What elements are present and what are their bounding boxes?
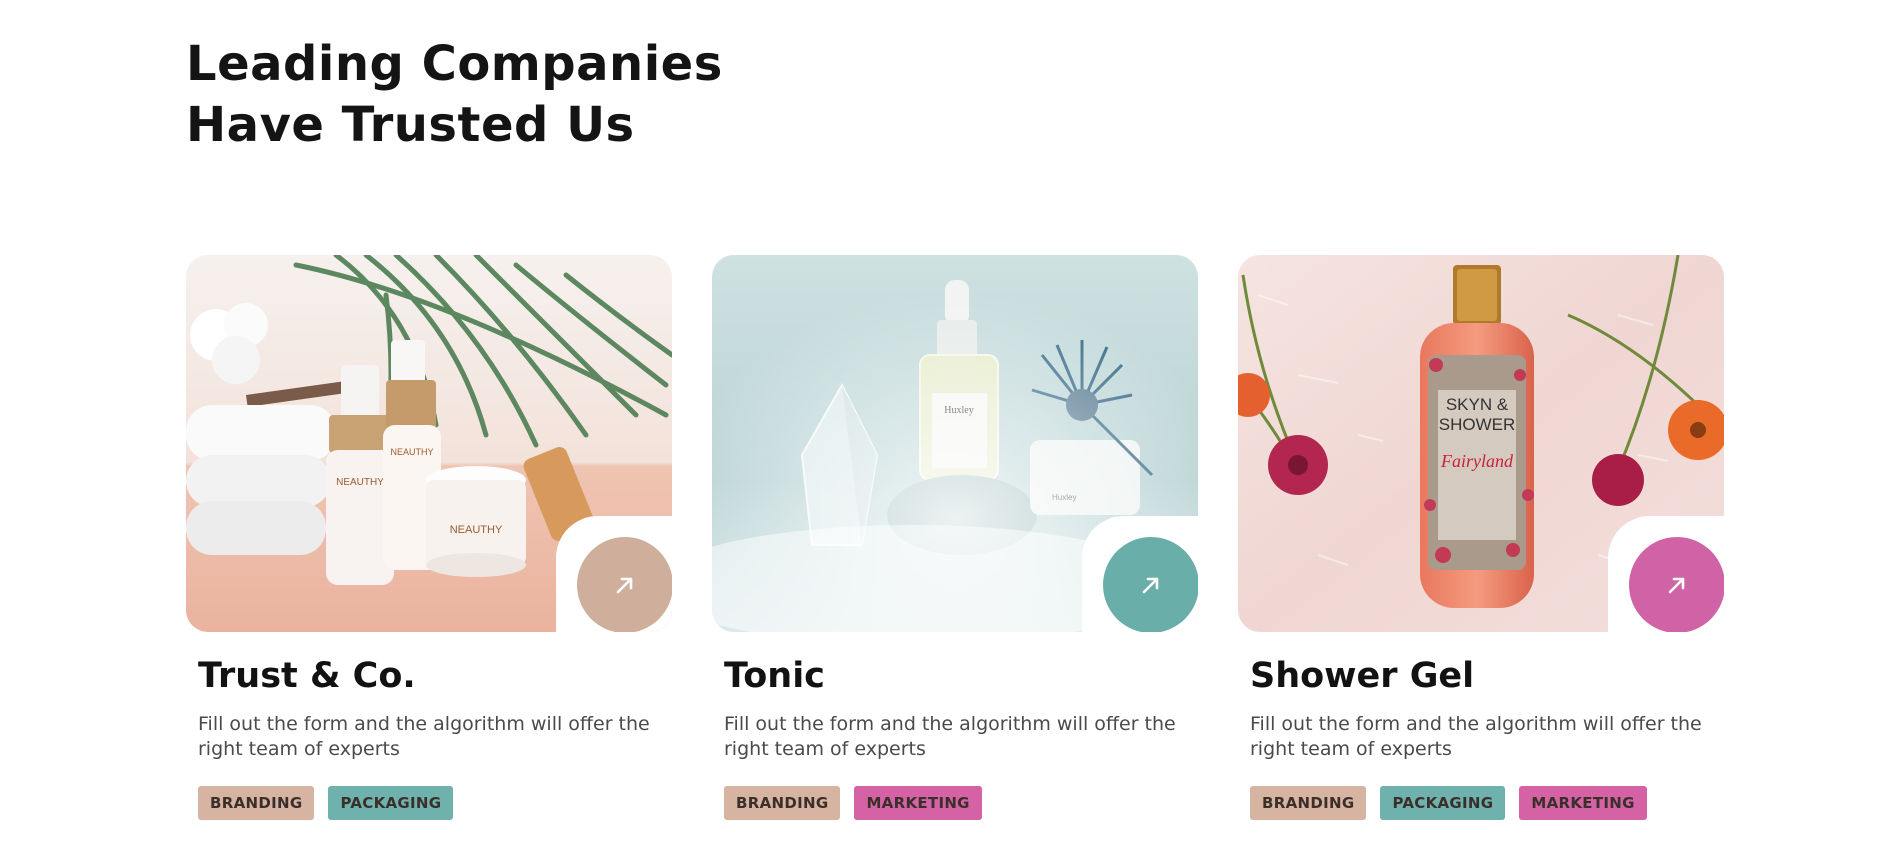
tag-packaging[interactable]: PACKAGING	[328, 786, 454, 820]
tag-marketing[interactable]: MARKETING	[1519, 786, 1647, 820]
tag-branding[interactable]: BRANDING	[198, 786, 315, 820]
svg-text:Fairyland: Fairyland	[1440, 451, 1514, 471]
card-image[interactable]: NEAUTHY NEAUTHY NEAUTHY	[186, 255, 672, 632]
project-card-shower-gel[interactable]: SKYN & SHOWER Fairyland Shower Gel Fill …	[1238, 255, 1724, 820]
svg-text:NEAUTHY: NEAUTHY	[336, 477, 384, 488]
open-project-button[interactable]	[1629, 537, 1724, 632]
card-tags: BRANDING MARKETING	[724, 786, 1198, 820]
svg-text:SKYN &: SKYN &	[1446, 395, 1509, 414]
card-title[interactable]: Trust & Co.	[198, 654, 672, 698]
arrow-button-notch	[556, 516, 672, 632]
card-description: Fill out the form and the algorithm will…	[724, 713, 1176, 760]
svg-text:NEAUTHY: NEAUTHY	[450, 524, 503, 536]
svg-text:NEAUTHY: NEAUTHY	[390, 447, 433, 457]
card-tags: BRANDING PACKAGING	[198, 786, 672, 820]
card-title[interactable]: Shower Gel	[1250, 654, 1724, 698]
card-image[interactable]: SKYN & SHOWER Fairyland	[1238, 255, 1724, 632]
tag-packaging[interactable]: PACKAGING	[1380, 786, 1506, 820]
tag-branding[interactable]: BRANDING	[1250, 786, 1367, 820]
card-image[interactable]: Huxley Huxley	[712, 255, 1198, 632]
project-card-trust-co[interactable]: NEAUTHY NEAUTHY NEAUTHY Trust & Co. Fill…	[186, 255, 672, 820]
heading-line-2: Have Trusted Us	[186, 97, 635, 153]
project-card-tonic[interactable]: Huxley Huxley	[712, 255, 1198, 820]
arrow-button-notch	[1082, 516, 1198, 632]
card-tags: BRANDING PACKAGING MARKETING	[1250, 786, 1724, 820]
tag-branding[interactable]: BRANDING	[724, 786, 841, 820]
card-description: Fill out the form and the algorithm will…	[198, 713, 650, 760]
heading-line-1: Leading Companies	[186, 36, 723, 92]
arrow-up-right-icon	[616, 577, 633, 594]
arrow-button-notch	[1608, 516, 1724, 632]
card-description: Fill out the form and the algorithm will…	[1250, 713, 1702, 760]
tag-marketing[interactable]: MARKETING	[854, 786, 982, 820]
section-heading: Leading Companies Have Trusted Us	[186, 34, 723, 156]
page: Leading Companies Have Trusted Us NEAUTH…	[0, 0, 1897, 847]
arrow-up-right-icon	[1668, 577, 1685, 594]
open-project-button[interactable]	[1103, 537, 1198, 632]
card-title[interactable]: Tonic	[724, 654, 1198, 698]
arrow-up-right-icon	[1142, 577, 1159, 594]
svg-text:SHOWER: SHOWER	[1439, 415, 1516, 434]
open-project-button[interactable]	[577, 537, 672, 632]
